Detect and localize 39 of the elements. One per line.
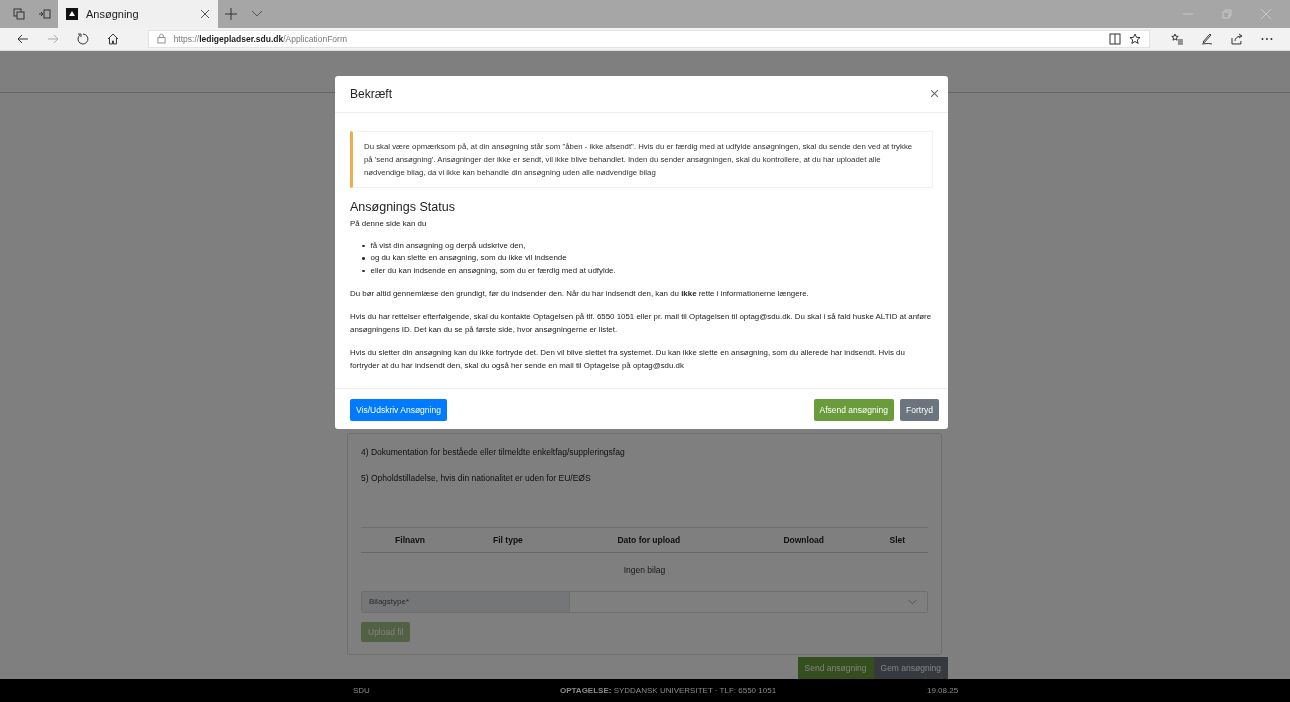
dialog-button[interactable]: Fortryd [900,399,939,421]
pen-icon[interactable] [1201,32,1214,45]
column-header: Slet [866,527,928,552]
print-button[interactable]: Vis/Udskriv Ansøgning [350,399,447,421]
footer-date: 19.08.25 [927,685,959,695]
footer-contact: OPTAGELSE: SYDDANSK UNIVERSITET · TLF: 6550 1051 [560,685,777,695]
bullet-icon [362,257,365,260]
bullet-icon [362,269,365,272]
more-icon[interactable] [1261,36,1273,41]
close-icon[interactable] [931,90,938,97]
favorites-list-icon[interactable] [1171,32,1184,45]
tab-manager-icon[interactable] [13,8,25,20]
address-bar[interactable]: https://ledigepladser.sdu.dk/ApplicationForm [147,29,1151,48]
column-header: Fil type [458,527,557,552]
column-header: Download [740,527,867,552]
favicon-icon [66,8,78,20]
chevron-down-icon[interactable] [251,10,263,18]
column-header: Dato for upload [556,527,741,552]
bullet-icon [362,244,365,247]
back-arrow-icon[interactable] [17,32,29,45]
reading-view-icon[interactable] [1109,32,1122,45]
dialog-title: Bekræft [350,86,392,101]
footer-logo-text: SDU [353,685,370,695]
document-requirement: 4) Dokumentation for beståede eller tilmeldte enkeltfag/suppleringsfag [361,445,626,459]
browser-tab[interactable]: Ansøgning [58,0,218,28]
document-requirement: 5) Opholdstilladelse, hvis din nationalitet er uden for EU/EØS [361,471,592,485]
star-icon[interactable] [1129,32,1142,45]
empty-table-message: Ingen bilag [623,564,666,575]
new-tab-icon[interactable] [225,8,237,20]
share-icon[interactable] [1231,32,1244,45]
column-header: Filnavn [361,527,459,552]
lock-icon [156,33,166,45]
action-button[interactable]: Send ansøgning [797,656,874,679]
section-heading: Ansøgnings Status [350,199,456,214]
home-icon[interactable] [106,32,119,45]
dialog-button[interactable]: Afsend ansøgning [813,399,895,421]
tabs-aside-icon[interactable] [39,8,51,20]
refresh-icon[interactable] [76,32,89,45]
close-icon[interactable] [200,9,210,19]
